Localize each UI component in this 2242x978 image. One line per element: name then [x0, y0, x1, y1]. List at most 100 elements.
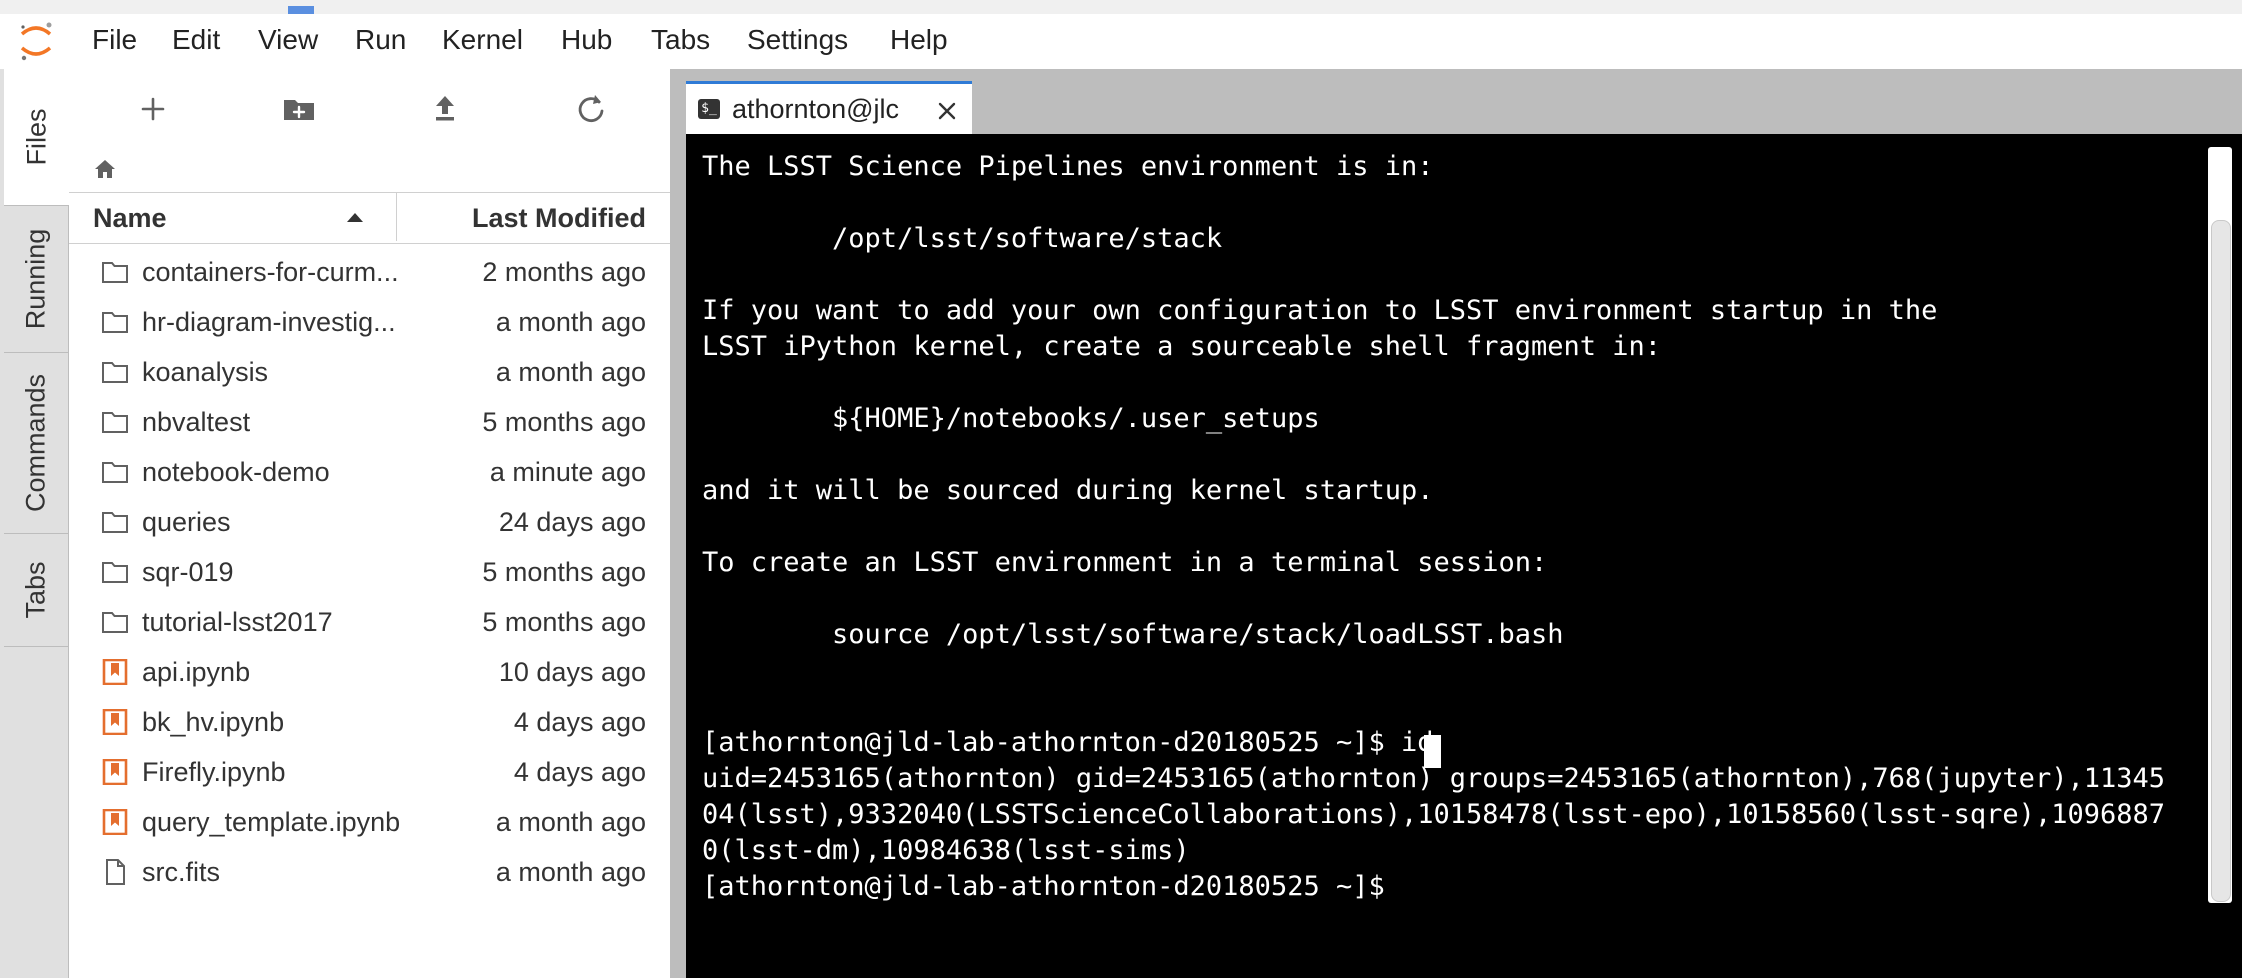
file-name: koanalysis	[142, 357, 269, 387]
file-row[interactable]: koanalysis a month ago	[69, 347, 670, 397]
sidebar-tab-running[interactable]: Running	[4, 206, 68, 353]
terminal-line: and it will be sourced during kernel sta…	[702, 475, 1434, 506]
file-modified: 5 months ago	[482, 557, 646, 587]
file-row[interactable]: hr-diagram-investig... a month ago	[69, 297, 670, 347]
sidebar-tab-commands[interactable]: Commands	[4, 353, 68, 534]
terminal-line: LSST iPython kernel, create a sourceable…	[702, 331, 1662, 362]
file-modified: 4 days ago	[513, 757, 646, 787]
file-modified: a minute ago	[489, 457, 646, 487]
sidebar-tab-running-label: Running	[20, 228, 51, 330]
plus-icon[interactable]	[131, 87, 175, 131]
file-name: hr-diagram-investig...	[142, 307, 396, 337]
file-row[interactable]: src.fits a month ago	[69, 847, 670, 897]
file-modified: 5 months ago	[482, 607, 646, 637]
file-modified: a month ago	[495, 807, 646, 837]
close-icon[interactable]	[936, 100, 958, 122]
folder-icon	[102, 312, 128, 333]
file-name: api.ipynb	[142, 657, 251, 687]
file-row[interactable]: sqr-019 5 months ago	[69, 547, 670, 597]
file-icon	[106, 859, 125, 885]
file-list-header: Name Last Modified	[69, 192, 670, 244]
menu-edit[interactable]: Edit	[172, 24, 220, 56]
terminal-line: 0(lsst-dm),10984638(lsst-sims)	[702, 835, 1190, 866]
file-modified: 5 months ago	[482, 407, 646, 437]
file-name: queries	[142, 507, 231, 537]
terminal-line: If you want to add your own configuratio…	[702, 295, 1938, 326]
terminal-icon: $_	[698, 99, 720, 119]
file-modified: 4 days ago	[513, 707, 646, 737]
menu-bar: File Edit View Run Kernel Hub Tabs Setti…	[0, 14, 2242, 69]
terminal-line: [athornton@jld-lab-athornton-d20180525 ~…	[702, 727, 1434, 758]
sidebar-tab-files-label: Files	[21, 108, 52, 166]
upload-icon[interactable]	[423, 87, 467, 131]
folder-icon	[102, 512, 128, 533]
menu-run[interactable]: Run	[355, 24, 406, 56]
column-name-header[interactable]: Name	[93, 203, 167, 234]
file-modified: 2 months ago	[482, 257, 646, 287]
menu-kernel[interactable]: Kernel	[442, 24, 523, 56]
file-browser-panel: Name Last Modified containers-for-curm..…	[69, 69, 672, 978]
menu-view[interactable]: View	[258, 24, 318, 56]
left-sidebar: Files Running Commands Tabs	[0, 69, 70, 978]
file-row[interactable]: tutorial-lsst2017 5 months ago	[69, 597, 670, 647]
sidebar-tab-tabs[interactable]: Tabs	[4, 534, 68, 647]
home-icon[interactable]	[93, 157, 117, 181]
file-row[interactable]: queries 24 days ago	[69, 497, 670, 547]
terminal-panel[interactable]: The LSST Science Pipelines environment i…	[686, 134, 2242, 978]
terminal-line: [athornton@jld-lab-athornton-d20180525 ~…	[702, 871, 1401, 902]
file-row[interactable]: query_template.ipynb a month ago	[69, 797, 670, 847]
terminal-scrollbar-thumb[interactable]	[2211, 220, 2231, 902]
terminal-line: To create an LSST environment in a termi…	[702, 547, 1548, 578]
terminal-line: source /opt/lsst/software/stack/loadLSST…	[702, 619, 1564, 650]
jupyter-logo-icon	[20, 22, 52, 61]
browser-tab-indicator	[288, 6, 314, 14]
menu-file[interactable]: File	[92, 24, 137, 56]
file-name: containers-for-curm...	[142, 257, 399, 287]
column-modified-header[interactable]: Last Modified	[472, 203, 646, 234]
folder-icon	[102, 262, 128, 283]
file-row[interactable]: containers-for-curm... 2 months ago	[69, 247, 670, 297]
terminal-line: The LSST Science Pipelines environment i…	[702, 151, 1434, 182]
file-row[interactable]: Firefly.ipynb 4 days ago	[69, 747, 670, 797]
file-name: src.fits	[142, 857, 220, 887]
file-modified: a month ago	[495, 357, 646, 387]
folder-icon	[102, 412, 128, 433]
sidebar-tab-files[interactable]: Files	[4, 69, 70, 206]
file-row[interactable]: api.ipynb 10 days ago	[69, 647, 670, 697]
menu-hub[interactable]: Hub	[561, 24, 612, 56]
terminal-line: /opt/lsst/software/stack	[702, 223, 1223, 254]
notebook-icon	[102, 709, 128, 735]
file-name: nbvaltest	[142, 407, 251, 437]
notebook-icon	[102, 659, 128, 685]
terminal-line: ${HOME}/notebooks/.user_setups	[702, 403, 1320, 434]
file-row[interactable]: bk_hv.ipynb 4 days ago	[69, 697, 670, 747]
file-modified: 24 days ago	[498, 507, 646, 537]
notebook-icon	[102, 759, 128, 785]
file-row[interactable]: notebook-demo a minute ago	[69, 447, 670, 497]
folder-icon	[102, 612, 128, 633]
new-folder-icon[interactable]	[277, 87, 321, 131]
notebook-icon	[102, 809, 128, 835]
tab-terminal[interactable]: $_ athornton@jlc	[686, 81, 972, 136]
sort-ascending-icon	[347, 213, 363, 222]
file-name: bk_hv.ipynb	[142, 707, 285, 737]
menu-help[interactable]: Help	[890, 24, 948, 56]
sidebar-tab-commands-label: Commands	[20, 373, 51, 513]
menu-tabs[interactable]: Tabs	[651, 24, 710, 56]
file-modified: a month ago	[495, 857, 646, 887]
folder-icon	[102, 462, 128, 483]
file-modified: a month ago	[495, 307, 646, 337]
refresh-icon[interactable]	[569, 87, 613, 131]
file-modified: 10 days ago	[498, 657, 646, 687]
folder-icon	[102, 562, 128, 583]
column-divider	[396, 193, 397, 241]
tab-terminal-label: athornton@jlc	[732, 94, 899, 124]
file-name: query_template.ipynb	[142, 807, 401, 837]
sidebar-tab-tabs-label: Tabs	[20, 561, 51, 619]
file-name: notebook-demo	[142, 457, 330, 487]
menu-settings[interactable]: Settings	[747, 24, 848, 56]
file-name: Firefly.ipynb	[142, 757, 286, 787]
file-row[interactable]: nbvaltest 5 months ago	[69, 397, 670, 447]
folder-icon	[102, 362, 128, 383]
terminal-cursor	[1424, 735, 1441, 768]
